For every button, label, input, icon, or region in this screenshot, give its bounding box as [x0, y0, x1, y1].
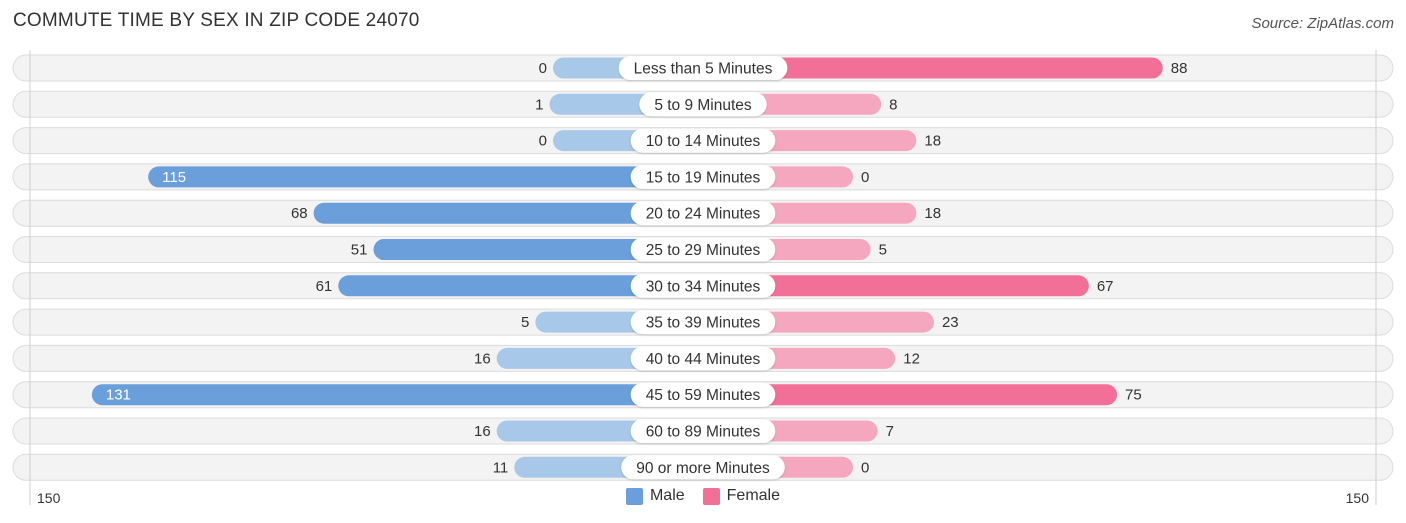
- male-value-label: 61: [316, 278, 333, 295]
- bar-male: [91, 384, 703, 406]
- female-value-label: 18: [924, 205, 941, 222]
- category-label: 40 to 44 Minutes: [646, 351, 761, 368]
- category-label: 45 to 59 Minutes: [646, 387, 761, 404]
- bar-row: 30 to 34 Minutes 61 67: [12, 272, 1394, 300]
- female-value-label: 0: [861, 459, 869, 476]
- legend-item-female: Female: [702, 487, 781, 505]
- male-value-label: 51: [351, 242, 368, 259]
- bar-row: 60 to 89 Minutes 16 7: [12, 417, 1394, 445]
- legend-swatch-male: [625, 487, 643, 505]
- female-value-label: 8: [889, 96, 897, 113]
- female-value-label: 67: [1097, 278, 1114, 295]
- female-value-label: 23: [942, 314, 959, 331]
- bar-row: 20 to 24 Minutes 68 18: [12, 199, 1394, 227]
- category-label: 15 to 19 Minutes: [646, 169, 761, 186]
- bar-row: 35 to 39 Minutes 5 23: [12, 308, 1394, 336]
- category-label: 20 to 24 Minutes: [646, 206, 761, 223]
- female-value-label: 12: [903, 350, 920, 367]
- female-value-label: 5: [879, 242, 887, 259]
- female-value-label: 18: [924, 133, 941, 150]
- male-value-label: 5: [521, 314, 529, 331]
- chart-area: Less than 5 Minutes0 885 to 9 Minutes1 810…: [12, 50, 1394, 506]
- bar-row: 10 to 14 Minutes 0 18: [12, 127, 1394, 155]
- male-value-label: 11: [493, 459, 509, 476]
- bar-row: 90 or more Minutes 11 0: [12, 453, 1394, 481]
- category-label: 25 to 29 Minutes: [646, 242, 761, 259]
- female-value-label: 7: [886, 423, 894, 440]
- bar-row: 5 to 9 Minutes 1 8: [12, 90, 1394, 118]
- male-value-label: 16: [474, 423, 491, 440]
- male-value-label: 0: [539, 60, 547, 77]
- female-value-label: 88: [1171, 60, 1188, 77]
- female-value-label: 0: [861, 169, 869, 186]
- legend: Male Female: [0, 487, 1406, 505]
- category-label: 30 to 34 Minutes: [646, 278, 761, 295]
- category-label: 5 to 9 Minutes: [654, 97, 752, 114]
- bar-row: 40 to 44 Minutes 16 12: [12, 344, 1394, 372]
- male-value-label: 68: [291, 205, 308, 222]
- female-value-label: 75: [1125, 387, 1142, 404]
- bar-male: [148, 166, 703, 188]
- category-label: 90 or more Minutes: [636, 460, 770, 477]
- bar-row: 25 to 29 Minutes 51 5: [12, 236, 1394, 263]
- legend-item-male: Male: [625, 487, 685, 505]
- male-value-label: 131: [106, 387, 131, 404]
- bar-row: 15 to 19 Minutes 115 0: [12, 163, 1394, 191]
- legend-swatch-female: [702, 487, 720, 505]
- male-value-label: 16: [474, 350, 491, 367]
- male-value-label: 1: [535, 96, 543, 113]
- category-label: 10 to 14 Minutes: [646, 133, 761, 150]
- male-value-label: 0: [539, 133, 547, 150]
- category-label: 60 to 89 Minutes: [646, 424, 761, 441]
- bar-row: Less than 5 Minutes 0 88: [12, 54, 1394, 82]
- category-label: 35 to 39 Minutes: [646, 315, 761, 332]
- legend-label-male: Male: [649, 487, 685, 504]
- bar-row: 45 to 59 Minutes 131 75: [12, 381, 1394, 409]
- male-value-label: 115: [162, 169, 186, 186]
- category-label: Less than 5 Minutes: [634, 61, 773, 78]
- legend-label-female: Female: [726, 487, 781, 504]
